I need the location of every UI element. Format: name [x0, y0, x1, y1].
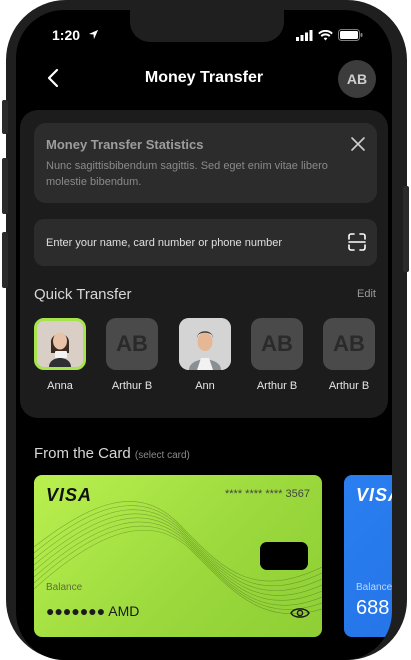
card-balance: 688 — [356, 597, 390, 619]
payment-card[interactable]: VISA Balance 688 — [344, 475, 392, 637]
card-number: **** **** **** 3567 — [224, 488, 310, 500]
search-box — [34, 219, 377, 266]
quick-transfer-title: Quick Transfer — [34, 286, 132, 303]
balance-label: Balance — [46, 582, 83, 593]
woman-portrait-icon — [37, 321, 83, 367]
contact-name: Arthur B — [256, 380, 298, 392]
contact-item[interactable]: AB Arthur B — [104, 318, 160, 392]
contact-name: Arthur B — [111, 380, 153, 392]
notice-title: Money Transfer Statistics — [46, 137, 204, 152]
side-button — [2, 100, 8, 134]
contact-name: Ann — [195, 380, 215, 392]
close-icon[interactable] — [349, 135, 367, 153]
screen: 1:20 Money Transfer AB Money Transfer St… — [16, 10, 392, 660]
side-button — [2, 232, 8, 288]
status-time: 1:20 — [52, 27, 99, 43]
signal-icon — [296, 29, 313, 41]
status-icons — [296, 29, 363, 41]
from-card-subtitle: (select card) — [134, 450, 190, 461]
card-balance: ●●●●●●● AMD — [46, 603, 140, 619]
page-title: Money Transfer — [144, 69, 264, 86]
battery-icon — [338, 29, 363, 41]
scan-icon[interactable] — [347, 232, 367, 252]
balance-label: Balance — [356, 582, 392, 593]
avatar[interactable]: AB — [338, 60, 376, 98]
side-button — [403, 186, 409, 272]
contact-photo — [34, 318, 86, 370]
search-input[interactable] — [46, 219, 326, 266]
notch — [130, 10, 284, 42]
wifi-icon — [318, 29, 333, 40]
contact-initials: AB — [323, 318, 375, 370]
contact-item[interactable]: Anna — [32, 318, 88, 392]
visa-logo: VISA — [356, 485, 392, 505]
contact-photo — [179, 318, 231, 370]
side-button — [2, 158, 8, 214]
contact-item[interactable]: Ann — [177, 318, 233, 392]
contact-name: Anna — [47, 380, 73, 392]
payment-card[interactable]: VISA **** **** **** 3567 Balance ●●●●●●●… — [34, 475, 322, 637]
contact-initials: AB — [106, 318, 158, 370]
visa-logo: VISA — [46, 485, 93, 505]
contact-item[interactable]: AB Arthur B — [249, 318, 305, 392]
man-portrait-icon — [179, 318, 231, 370]
notice-text: Nunc sagittisbibendum sagittis. Sed eget… — [46, 160, 328, 188]
contact-initials: AB — [251, 318, 303, 370]
eye-icon[interactable] — [290, 605, 310, 621]
location-arrow-icon — [88, 29, 99, 40]
from-card-title: From the Card (select card) — [34, 445, 190, 462]
contact-name: Arthur B — [328, 380, 370, 392]
contact-item[interactable]: AB Arthur B — [321, 318, 377, 392]
statistics-notice: Money Transfer Statistics Nunc sagittisb… — [34, 123, 377, 203]
card-chip — [260, 542, 308, 570]
edit-button[interactable]: Edit — [357, 288, 376, 300]
from-card-heading: From the Card — [34, 445, 131, 462]
